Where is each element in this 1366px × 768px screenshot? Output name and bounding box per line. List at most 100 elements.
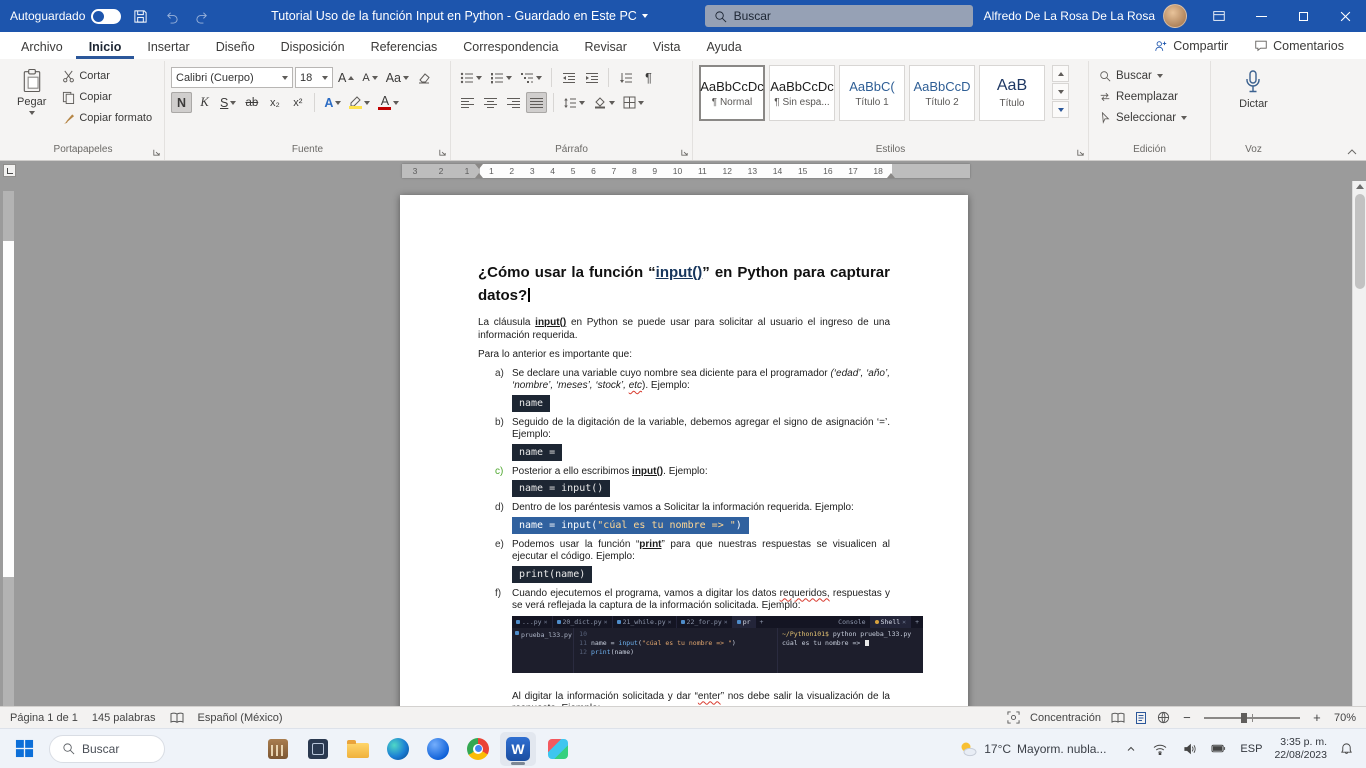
chrome-icon[interactable] <box>460 732 496 766</box>
tray-chevron-icon[interactable] <box>1121 736 1141 762</box>
bullets-chevron-icon[interactable] <box>476 76 482 80</box>
find-chevron-icon[interactable] <box>1157 74 1163 78</box>
cut-button[interactable]: Cortar <box>59 66 155 86</box>
focus-label[interactable]: Concentración <box>1030 712 1101 724</box>
font-dialog-launcher[interactable] <box>438 148 447 157</box>
style-titulo-1[interactable]: AaBbC( Título 1 <box>839 65 905 121</box>
tab-selector[interactable] <box>3 164 16 177</box>
change-case-chevron-icon[interactable] <box>403 76 409 80</box>
find-button[interactable]: Buscar <box>1095 65 1204 86</box>
shrink-font-button[interactable]: A <box>359 67 380 88</box>
indent-marker-left[interactable] <box>475 164 484 178</box>
scrollbar-thumb[interactable] <box>1355 194 1365 289</box>
font-color-chevron-icon[interactable] <box>393 101 399 105</box>
tab-correspondencia[interactable]: Correspondencia <box>450 32 571 59</box>
zoom-in-button[interactable]: + <box>1310 710 1324 725</box>
replace-button[interactable]: Reemplazar <box>1095 86 1204 107</box>
web-layout-icon[interactable] <box>1157 711 1170 724</box>
clock[interactable]: 3:35 p. m. 22/08/2023 <box>1274 736 1327 762</box>
underline-chevron-icon[interactable] <box>230 101 236 105</box>
decrease-indent-button[interactable] <box>558 67 579 88</box>
document-page[interactable]: ¿Cómo usar la función “input()” en Pytho… <box>400 195 968 706</box>
borders-button[interactable] <box>620 92 647 113</box>
text-effects-button[interactable]: A <box>321 92 344 113</box>
numbering-chevron-icon[interactable] <box>506 76 512 80</box>
line-spacing-chevron-icon[interactable] <box>579 101 585 105</box>
styles-scroll-down[interactable] <box>1052 83 1069 100</box>
font-name-combo[interactable]: Calibri (Cuerpo) <box>171 67 293 88</box>
subscript-button[interactable]: x₂ <box>264 92 285 113</box>
select-chevron-icon[interactable] <box>1181 116 1187 120</box>
clipboard-dialog-launcher[interactable] <box>152 148 161 157</box>
highlight-chevron-icon[interactable] <box>364 101 370 105</box>
styles-dialog-launcher[interactable] <box>1076 148 1085 157</box>
style-titulo-2[interactable]: AaBbCcD Título 2 <box>909 65 975 121</box>
language-indicator[interactable]: Español (México) <box>198 712 283 724</box>
underline-button[interactable]: S <box>217 92 239 113</box>
tab-referencias[interactable]: Referencias <box>358 32 451 59</box>
zoom-thumb[interactable] <box>1241 713 1247 723</box>
avatar[interactable] <box>1163 4 1187 28</box>
zoom-out-button[interactable]: − <box>1180 710 1194 725</box>
colorful-app-icon[interactable] <box>540 732 576 766</box>
proofing-icon[interactable] <box>170 712 184 724</box>
justify-button[interactable] <box>526 92 547 113</box>
print-layout-icon[interactable] <box>1135 711 1147 725</box>
select-button[interactable]: Seleccionar <box>1095 107 1204 128</box>
clear-formatting-button[interactable] <box>414 67 435 88</box>
office-search-box[interactable]: Buscar <box>705 5 973 27</box>
style-sin-espaciado[interactable]: AaBbCcDc ¶ Sin espa... <box>769 65 835 121</box>
italic-button[interactable]: K <box>194 92 215 113</box>
word-app-icon[interactable]: W <box>500 732 536 766</box>
tab-vista[interactable]: Vista <box>640 32 694 59</box>
multilevel-list-button[interactable] <box>517 67 545 88</box>
task-view-icon[interactable] <box>300 732 336 766</box>
copy-button[interactable]: Copiar <box>59 87 155 107</box>
language-switcher[interactable]: ESP <box>1237 743 1265 755</box>
autosave-control[interactable]: Autoguardado <box>10 9 121 24</box>
show-paragraph-marks-button[interactable]: ¶ <box>638 67 659 88</box>
tab-archivo[interactable]: Archivo <box>8 32 76 59</box>
paste-menu-chevron-icon[interactable] <box>29 111 35 115</box>
align-left-button[interactable] <box>457 92 478 113</box>
file-explorer-icon[interactable] <box>340 732 376 766</box>
minimize-button[interactable] <box>1240 0 1282 32</box>
heading-input-link[interactable]: input() <box>656 264 703 281</box>
tab-insertar[interactable]: Insertar <box>134 32 202 59</box>
notifications-bell-icon[interactable] <box>1336 736 1356 762</box>
battery-icon[interactable] <box>1208 736 1228 762</box>
shading-chevron-icon[interactable] <box>609 101 615 105</box>
word-count[interactable]: 145 palabras <box>92 712 156 724</box>
read-mode-icon[interactable] <box>1111 712 1125 724</box>
zoom-level[interactable]: 70% <box>1334 712 1356 724</box>
line-spacing-button[interactable] <box>560 92 588 113</box>
focus-icon[interactable] <box>1007 711 1020 724</box>
taskbar-search[interactable]: Buscar <box>49 735 165 763</box>
paragraph-dialog-launcher[interactable] <box>680 148 689 157</box>
page-indicator[interactable]: Página 1 de 1 <box>10 712 78 724</box>
maximize-button[interactable] <box>1282 0 1324 32</box>
styles-scroll-up[interactable] <box>1052 65 1069 82</box>
tab-ayuda[interactable]: Ayuda <box>693 32 754 59</box>
weather-widget[interactable]: 17°C Mayorm. nubla... <box>952 737 1112 761</box>
borders-chevron-icon[interactable] <box>638 101 644 105</box>
grow-font-button[interactable]: A <box>335 67 357 88</box>
wifi-icon[interactable] <box>1150 736 1170 762</box>
comments-button[interactable]: Comentarios <box>1246 36 1352 56</box>
zoom-slider[interactable] <box>1204 717 1300 719</box>
vertical-ruler[interactable] <box>3 191 14 706</box>
shading-button[interactable] <box>590 92 618 113</box>
highlight-button[interactable] <box>346 92 373 113</box>
numbering-button[interactable] <box>487 67 515 88</box>
ribbon-display-options-button[interactable] <box>1198 0 1240 32</box>
font-color-button[interactable]: A <box>375 92 402 113</box>
font-name-chevron-icon[interactable] <box>282 76 288 80</box>
tab-diseno[interactable]: Diseño <box>203 32 268 59</box>
indent-marker-right[interactable] <box>887 164 896 178</box>
superscript-button[interactable]: x² <box>287 92 308 113</box>
close-button[interactable] <box>1324 0 1366 32</box>
align-right-button[interactable] <box>503 92 524 113</box>
app-building-icon[interactable] <box>260 732 296 766</box>
vertical-scrollbar[interactable] <box>1352 181 1366 706</box>
sort-button[interactable] <box>615 67 636 88</box>
